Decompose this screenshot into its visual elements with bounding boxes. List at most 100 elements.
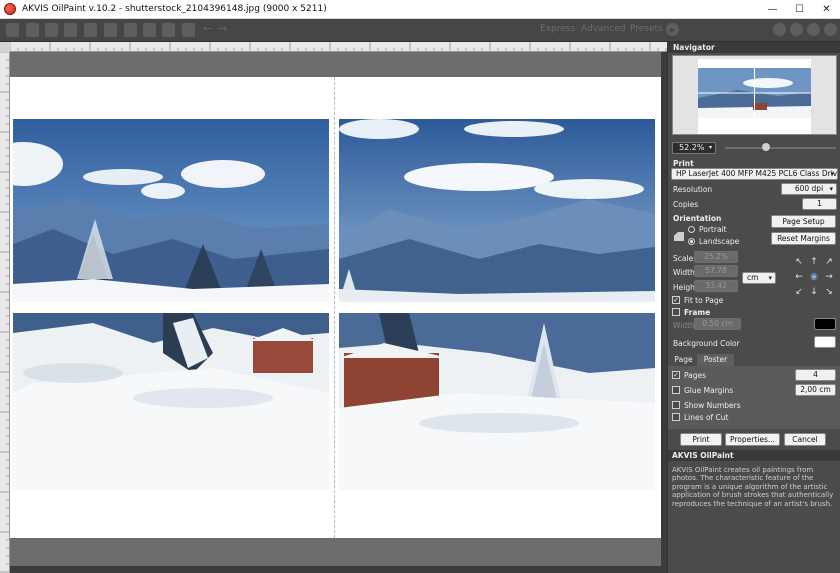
navigator-header: Navigator xyxy=(668,42,840,53)
pages-checkbox[interactable]: ✓ xyxy=(672,371,680,379)
mode-advanced[interactable]: Advanced xyxy=(581,24,625,34)
akvis-logo-icon xyxy=(4,3,16,15)
toolbar: ← → Express Advanced Presets ▶ xyxy=(0,19,840,42)
orientation-page-icon xyxy=(674,232,684,241)
align-top-left-icon[interactable]: ↖ xyxy=(792,255,806,269)
horizontal-scrollbar[interactable] xyxy=(10,566,661,573)
fit-to-page-checkbox[interactable]: ✓ xyxy=(672,296,680,304)
align-right-icon[interactable]: → xyxy=(822,270,836,284)
poster-tile-3 xyxy=(13,313,329,490)
reset-margins-button[interactable]: Reset Margins xyxy=(771,232,836,245)
align-bottom-left-icon[interactable]: ↙ xyxy=(792,285,806,299)
undo-icon[interactable]: ← xyxy=(203,22,212,35)
mode-express[interactable]: Express xyxy=(540,24,575,34)
ruler-corner xyxy=(0,42,10,52)
canvas-area xyxy=(0,42,667,573)
notifications-icon[interactable] xyxy=(824,23,837,36)
portrait-label: Portrait xyxy=(699,225,727,234)
fit-to-page-label: Fit to Page xyxy=(684,296,724,305)
poster-tile-4 xyxy=(339,313,655,490)
align-top-right-icon[interactable]: ↗ xyxy=(822,255,836,269)
align-bottom-right-icon[interactable]: ↘ xyxy=(822,285,836,299)
width-input[interactable]: 57.78 xyxy=(694,265,738,277)
glue-margins-checkbox[interactable] xyxy=(672,386,680,394)
image-workspace[interactable] xyxy=(10,52,661,566)
poster-tile-2 xyxy=(339,119,655,302)
save-icon[interactable] xyxy=(26,23,39,37)
align-bottom-icon[interactable]: ↓ xyxy=(807,285,821,299)
lines-of-cut-checkbox[interactable] xyxy=(672,413,680,421)
copies-label: Copies xyxy=(673,200,699,209)
print-button[interactable]: Print xyxy=(680,433,722,446)
width-label: Width xyxy=(673,268,695,277)
navigator-thumbnail xyxy=(698,59,811,134)
printer-select[interactable]: HP LaserJet 400 MFP M425 PCL6 Class Driv… xyxy=(671,168,838,180)
maximize-button[interactable]: ☐ xyxy=(786,0,813,19)
align-center-icon[interactable]: ◉ xyxy=(807,270,821,284)
frame-width-input[interactable]: 0.50 cm xyxy=(694,318,741,330)
share-icon[interactable] xyxy=(64,23,77,37)
orientation-label: Orientation xyxy=(673,214,722,223)
tab-poster[interactable]: Poster xyxy=(697,354,734,366)
copies-input[interactable]: 1 xyxy=(802,198,837,210)
frame-color-swatch[interactable] xyxy=(814,318,836,330)
settings-icon[interactable] xyxy=(807,23,820,36)
alignment-grid: ↖ ↑ ↗ ← ◉ → ↙ ↓ ↘ xyxy=(792,255,836,299)
window-title: AKVIS OilPaint v.10.2 - shutterstock_210… xyxy=(22,4,327,14)
settings-panel: Navigator 52.2% ▾ Print HP LaserJet 400 M… xyxy=(667,42,840,573)
zoom-slider[interactable] xyxy=(725,147,836,149)
scale-input[interactable]: 25.2% xyxy=(694,251,738,263)
eraser-icon[interactable] xyxy=(143,23,156,37)
ruler-left xyxy=(0,52,10,573)
glue-margins-input[interactable]: 2,00 cm xyxy=(795,384,836,396)
title-bar: AKVIS OilPaint v.10.2 - shutterstock_210… xyxy=(0,0,840,19)
lines-of-cut-label: Lines of Cut xyxy=(684,413,729,422)
about-title: AKVIS OilPaint xyxy=(668,450,840,461)
page-separator xyxy=(334,77,335,538)
open-icon[interactable] xyxy=(6,23,19,37)
navigator-preview[interactable] xyxy=(672,55,837,135)
align-top-icon[interactable]: ↑ xyxy=(807,255,821,269)
print-section-title: Print xyxy=(673,159,694,168)
portrait-radio[interactable] xyxy=(688,226,695,233)
print-preview-paper xyxy=(10,77,661,538)
help-icon[interactable] xyxy=(790,23,803,36)
frame-checkbox[interactable] xyxy=(672,308,680,316)
close-button[interactable]: ✕ xyxy=(813,0,840,19)
frame-width-label: Width xyxy=(673,321,695,330)
frame-label: Frame xyxy=(684,308,711,317)
play-icon[interactable]: ▶ xyxy=(666,23,679,36)
mode-presets[interactable]: Presets xyxy=(630,24,663,34)
unit-select[interactable]: cm ▾ xyxy=(742,272,776,284)
cancel-button[interactable]: Cancel xyxy=(784,433,826,446)
before-after-icon[interactable] xyxy=(104,23,117,37)
properties-button[interactable]: Properties... xyxy=(725,433,780,446)
zoom-slider-handle[interactable] xyxy=(762,143,770,151)
window-controls: — ☐ ✕ xyxy=(759,0,840,19)
glue-margins-label: Glue Margins xyxy=(684,386,734,395)
height-input[interactable]: 33.42 xyxy=(694,280,738,292)
landscape-label: Landscape xyxy=(699,237,740,246)
zoom-dropdown[interactable]: 52.2% ▾ xyxy=(672,142,716,154)
poster-tile-1 xyxy=(13,119,329,302)
page-setup-button[interactable]: Page Setup xyxy=(771,215,836,228)
minimize-button[interactable]: — xyxy=(759,0,786,19)
redo-icon[interactable]: → xyxy=(218,22,227,35)
landscape-radio[interactable] xyxy=(688,238,695,245)
pages-label: Pages xyxy=(684,371,707,380)
info-icon[interactable] xyxy=(773,23,786,36)
scale-label: Scale xyxy=(673,254,694,263)
resolution-label: Resolution xyxy=(673,185,713,194)
show-numbers-checkbox[interactable] xyxy=(672,401,680,409)
check-icon[interactable] xyxy=(162,23,175,37)
align-left-icon[interactable]: ← xyxy=(792,270,806,284)
background-color-label: Background Color xyxy=(673,339,740,348)
resolution-select[interactable]: 600 dpi ▾ xyxy=(781,183,837,195)
batch-icon[interactable] xyxy=(84,23,97,37)
print-icon[interactable] xyxy=(45,23,58,37)
tab-page[interactable]: Page xyxy=(671,354,696,366)
background-color-swatch[interactable] xyxy=(814,336,836,348)
brush-icon[interactable] xyxy=(124,23,137,37)
pages-input[interactable]: 4 xyxy=(795,369,836,381)
run-icon[interactable] xyxy=(182,23,195,37)
